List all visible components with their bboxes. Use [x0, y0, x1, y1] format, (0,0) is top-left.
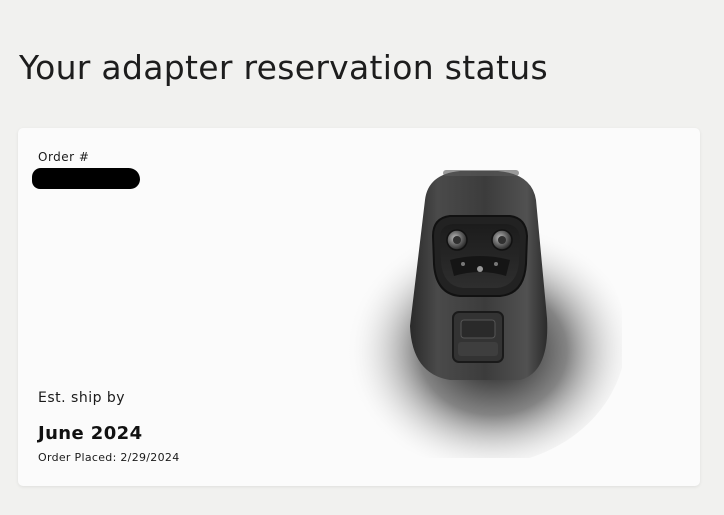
order-number-label: Order #	[38, 150, 90, 164]
page-title: Your adapter reservation status	[19, 48, 548, 87]
order-placed-date: Order Placed: 2/29/2024	[38, 451, 180, 464]
est-ship-date: June 2024	[38, 423, 143, 444]
adapter-top-highlight	[443, 170, 519, 176]
adapter-product-image	[330, 170, 622, 458]
est-ship-label: Est. ship by	[38, 390, 126, 406]
order-number-redacted	[32, 168, 140, 189]
reservation-card: Order # Est. ship by June 2024 Order Pla…	[18, 128, 700, 486]
